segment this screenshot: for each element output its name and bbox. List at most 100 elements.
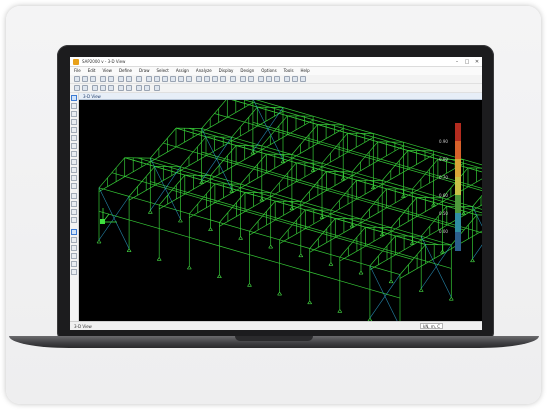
view-tab[interactable]: 3-D View [79, 93, 482, 100]
support-symbol [289, 206, 293, 210]
draw-joint-icon[interactable] [108, 85, 114, 91]
menu-define[interactable]: Define [119, 67, 132, 75]
support-symbol [250, 150, 254, 155]
menu-analyze[interactable]: Analyze [196, 67, 212, 75]
zoom-fit-icon[interactable] [178, 76, 184, 82]
view-yz-icon[interactable] [220, 76, 226, 82]
check-icon[interactable] [300, 76, 306, 82]
menu-tools[interactable]: Tools [284, 67, 294, 75]
run-analysis-icon[interactable] [136, 76, 142, 82]
save-icon[interactable] [90, 76, 96, 82]
lock-icon[interactable] [126, 76, 132, 82]
minimize-button[interactable]: – [452, 57, 462, 67]
support-symbol [210, 227, 213, 231]
view-xz-icon[interactable] [212, 76, 218, 82]
assign-load-icon[interactable] [144, 85, 150, 91]
menu-help[interactable]: Help [301, 67, 310, 75]
toolbar-secondary [70, 84, 482, 93]
support-symbol [319, 215, 323, 219]
object-shrink-icon[interactable] [74, 85, 80, 91]
draw-rect-area-icon[interactable] [71, 151, 77, 157]
rafter-member [201, 100, 227, 129]
status-view-label: 3-D View [74, 324, 92, 329]
draw-poly-area-icon[interactable] [71, 143, 77, 149]
new-model-icon[interactable] [74, 76, 80, 82]
menu-options[interactable]: Options [261, 67, 276, 75]
units-dropdown[interactable]: kN, m, C [420, 323, 444, 329]
menu-display[interactable]: Display [219, 67, 234, 75]
zoom-window-icon[interactable] [154, 76, 160, 82]
support-symbol [148, 210, 151, 214]
quick-draw-area-icon[interactable] [71, 159, 77, 165]
laptop-screen: SAP2000 v - 3-D View – □ ✕ File Edit Vie… [70, 57, 482, 330]
support-symbol [249, 283, 252, 287]
menu-select[interactable]: Select [156, 67, 168, 75]
snap-joints-icon[interactable] [71, 229, 77, 235]
quick-draw-frame-icon[interactable] [71, 127, 77, 133]
menu-edit[interactable]: Edit [88, 67, 96, 75]
snap-intersections-icon[interactable] [71, 245, 77, 251]
model-viewport[interactable]: 0.90 0.80 0.70 0.60 0.50 0.00 [79, 100, 482, 321]
menu-file[interactable]: File [74, 67, 81, 75]
support-symbol [337, 309, 341, 313]
undo-icon[interactable] [100, 76, 106, 82]
app-logo-icon [73, 59, 79, 65]
refresh-icon[interactable] [118, 76, 124, 82]
down-one-level-icon[interactable] [248, 76, 254, 82]
draw-brace-icon[interactable] [71, 135, 77, 141]
draw-frame-icon[interactable] [92, 85, 98, 91]
show-stress-icon[interactable] [274, 76, 280, 82]
close-button[interactable]: ✕ [472, 57, 482, 67]
maximize-button[interactable]: □ [462, 57, 472, 67]
snap-ends-icon[interactable] [71, 237, 77, 243]
draw-special-joint-icon[interactable] [71, 111, 77, 117]
support-symbol [187, 265, 190, 270]
legend-label: 0.80 [439, 157, 448, 162]
draw-area-icon[interactable] [100, 85, 106, 91]
zoom-out-icon[interactable] [170, 76, 176, 82]
clear-selection-icon[interactable] [126, 85, 132, 91]
show-forces-icon[interactable] [266, 76, 272, 82]
show-deformed-icon[interactable] [258, 76, 264, 82]
perspective-icon[interactable] [230, 76, 236, 82]
menu-design[interactable]: Design [240, 67, 254, 75]
redo-icon[interactable] [108, 76, 114, 82]
legend-label: 0.00 [439, 229, 448, 234]
support-symbol [270, 244, 273, 249]
zoom-in-icon[interactable] [162, 76, 168, 82]
support-symbol [328, 262, 332, 266]
legend-swatch [455, 213, 461, 232]
select-previous-icon[interactable] [71, 209, 77, 215]
draw-frame-tool-icon[interactable] [71, 119, 77, 125]
draw-tendon-icon[interactable] [71, 183, 77, 189]
section-icon[interactable] [154, 85, 160, 91]
view-xy-icon[interactable] [204, 76, 210, 82]
menu-draw[interactable]: Draw [139, 67, 149, 75]
select-all-icon[interactable] [118, 85, 124, 91]
select-intersect-icon[interactable] [71, 201, 77, 207]
select-pointer-icon[interactable] [71, 95, 77, 101]
snap-lines-icon[interactable] [71, 261, 77, 267]
pan-icon[interactable] [186, 76, 192, 82]
pointer-icon[interactable] [146, 76, 152, 82]
design-icon[interactable] [292, 76, 298, 82]
reshape-icon[interactable] [71, 103, 77, 109]
assign-restraint-icon[interactable] [136, 85, 142, 91]
show-tables-icon[interactable] [284, 76, 290, 82]
draw-link-icon[interactable] [71, 175, 77, 181]
menu-assign[interactable]: Assign [176, 67, 189, 75]
draw-solid-icon[interactable] [71, 167, 77, 173]
legend-swatch [455, 232, 461, 251]
select-window-icon[interactable] [71, 193, 77, 199]
eave-beam [282, 107, 314, 117]
view-3d-icon[interactable] [196, 76, 202, 82]
rafter-member [472, 194, 482, 207]
menu-view[interactable]: View [102, 67, 112, 75]
open-icon[interactable] [82, 76, 88, 82]
get-previous-selection-icon[interactable] [71, 217, 77, 223]
up-one-level-icon[interactable] [240, 76, 246, 82]
set-display-options-icon[interactable] [82, 85, 88, 91]
snap-fine-grid-icon[interactable] [71, 269, 77, 275]
snap-perpendicular-icon[interactable] [71, 253, 77, 259]
support-symbol [310, 168, 314, 172]
